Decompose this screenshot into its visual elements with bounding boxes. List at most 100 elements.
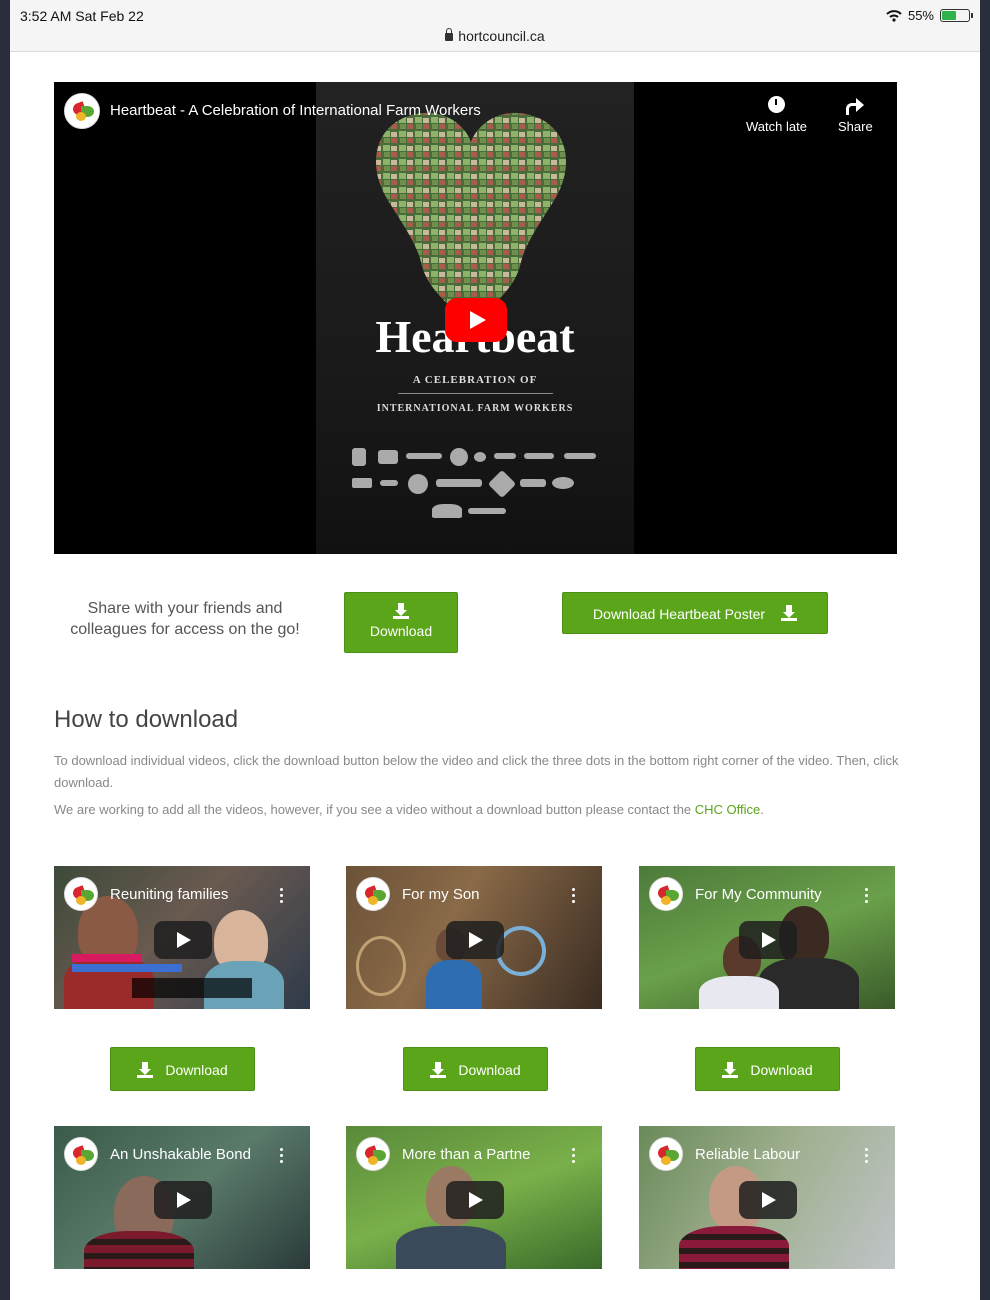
more-icon[interactable] [865,888,869,904]
video-thumbnail[interactable]: Reliable Labour [639,1126,895,1269]
chc-office-link[interactable]: CHC Office [695,802,761,817]
channel-logo-icon [356,1137,390,1171]
share-icon [846,96,865,115]
video-thumbnail[interactable]: For My Community [639,866,895,1009]
battery-fill [942,11,957,20]
download-icon [780,605,797,622]
play-icon[interactable] [154,921,212,959]
video-thumbnail[interactable]: Reuniting families [54,866,310,1009]
caption-bar [72,954,142,962]
video-title: For my Son [402,886,480,903]
play-icon[interactable] [739,1181,797,1219]
download-video-button[interactable]: Download [403,1047,548,1091]
contact-text-suffix: . [760,802,764,817]
sponsor-logo [494,453,516,459]
section-heading: How to download [54,706,239,733]
sponsor-logo [468,508,506,514]
sponsor-logo [380,480,398,486]
download-icon [137,1062,154,1079]
download-label: Download [458,1062,521,1078]
play-icon[interactable] [154,1181,212,1219]
video-title: An Unshakable Bond [110,1146,251,1163]
download-poster-label: Download Heartbeat Poster [593,606,766,622]
person-figure [84,1231,194,1269]
sponsor-logo [408,474,428,494]
more-icon[interactable] [280,888,284,904]
share-label: Share [838,119,873,134]
download-label: Download [165,1062,228,1078]
video-title: More than a Partne [402,1146,531,1163]
sponsor-logo [436,479,482,487]
more-icon[interactable] [865,1148,869,1164]
browser-window: 3:52 AM Sat Feb 22 55% hortcouncil.ca A … [10,0,980,1300]
channel-logo-icon [649,1137,683,1171]
sponsor-logo [487,469,517,499]
video-thumbnail[interactable]: More than a Partne [346,1126,602,1269]
download-label: Download [750,1062,813,1078]
clock-icon [767,96,785,113]
battery-icon [940,9,973,22]
video-thumbnail[interactable]: An Unshakable Bond [54,1126,310,1269]
download-icon [722,1062,739,1079]
sponsor-logo [406,453,442,459]
person-figure [426,960,482,1009]
status-bar: 3:52 AM Sat Feb 22 55% hortcouncil.ca [10,0,980,52]
download-heartbeat-button[interactable]: Download [344,592,458,653]
sponsor-logos [346,444,604,518]
channel-logo-icon[interactable] [64,93,100,129]
caption-bar [72,964,182,972]
contact-text-prefix: We are working to add all the videos, ho… [54,802,695,817]
sponsor-logo [432,504,462,518]
battery-percent: 55% [907,8,934,23]
instructions-text: To download individual videos, click the… [54,753,899,790]
contact-text: We are working to add all the videos, ho… [54,802,934,817]
sponsor-logo [520,479,546,487]
more-icon[interactable] [572,888,576,904]
video-title: Reuniting families [110,886,229,903]
play-icon[interactable] [446,921,504,959]
download-poster-button[interactable]: Download Heartbeat Poster [562,592,828,634]
play-icon[interactable] [445,298,507,342]
more-icon[interactable] [572,1148,576,1164]
person-figure [679,1226,789,1269]
channel-logo-icon [64,877,98,911]
watch-later-button[interactable]: Watch late [746,96,807,134]
download-video-button[interactable]: Download [695,1047,840,1091]
lock-icon [445,28,454,41]
person-figure [699,976,779,1009]
more-icon[interactable] [280,1148,284,1164]
download-icon [430,1062,447,1079]
sponsor-logo [378,450,398,464]
sponsor-logo [552,477,574,489]
poster-subtitle-2: INTERNATIONAL FARM WORKERS [376,403,574,414]
sponsor-logo [450,448,468,466]
wifi-icon [886,9,902,22]
main-video-player[interactable]: Heartbeat A CELEBRATION OF INTERNATIONAL… [54,82,897,554]
poster-subtitle-1: A CELEBRATION OF [412,374,538,386]
url-text: hortcouncil.ca [458,28,545,44]
status-time: 3:52 AM Sat Feb 22 [20,8,144,24]
person-figure [396,1226,506,1269]
address-bar[interactable]: hortcouncil.ca [10,28,980,44]
video-thumbnail[interactable]: For my Son [346,866,602,1009]
share-message: Share with your friends and colleagues f… [70,600,300,638]
sponsor-logo [352,448,366,466]
download-label: Download [369,623,433,639]
channel-logo-icon [64,1137,98,1171]
sponsor-logo [352,478,372,488]
wheel-decor [356,936,406,996]
sponsor-logo [564,453,596,459]
video-title: For My Community [695,886,822,903]
video-title[interactable]: Heartbeat - A Celebration of Internation… [110,102,481,119]
sponsor-logo [474,452,486,462]
play-icon[interactable] [446,1181,504,1219]
channel-logo-icon [356,877,390,911]
channel-logo-icon [649,877,683,911]
download-icon [393,603,409,619]
watch-later-label: Watch late [746,119,807,134]
share-button[interactable]: Share [838,96,873,134]
subtitle-bar [132,978,252,998]
poster-divider [398,393,553,394]
download-video-button[interactable]: Download [110,1047,255,1091]
play-icon[interactable] [739,921,797,959]
